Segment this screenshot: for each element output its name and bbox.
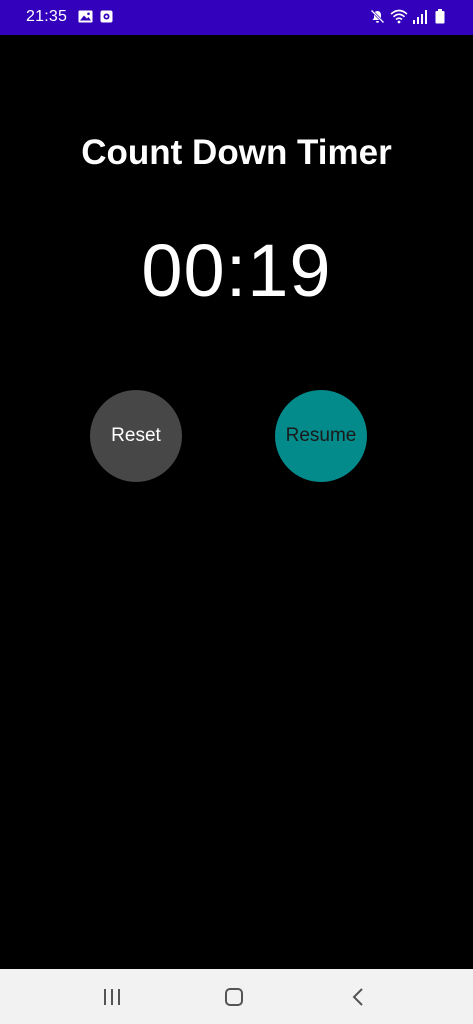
recents-button[interactable] [72, 969, 152, 1024]
recents-icon [104, 988, 120, 1005]
battery-icon [435, 9, 445, 24]
status-time: 21:35 [26, 8, 68, 25]
countdown-display: 00:19 [141, 229, 332, 312]
resume-button[interactable]: Resume [275, 390, 367, 482]
app-screen: 21:35 Count Down Timer 00:19 Reset Resum… [0, 0, 473, 1024]
home-icon [225, 987, 243, 1006]
gallery-icon [78, 10, 93, 23]
signal-icon [413, 10, 427, 24]
back-button[interactable] [318, 969, 398, 1024]
reset-button[interactable]: Reset [90, 390, 182, 482]
status-bar: 21:35 [0, 0, 473, 35]
page-title: Count Down Timer [81, 133, 392, 172]
navigation-bar [0, 969, 473, 1024]
notification-icon [100, 10, 113, 23]
mute-icon [370, 9, 385, 24]
wifi-icon [390, 9, 408, 24]
back-icon [352, 987, 363, 1006]
home-button[interactable] [194, 969, 274, 1024]
